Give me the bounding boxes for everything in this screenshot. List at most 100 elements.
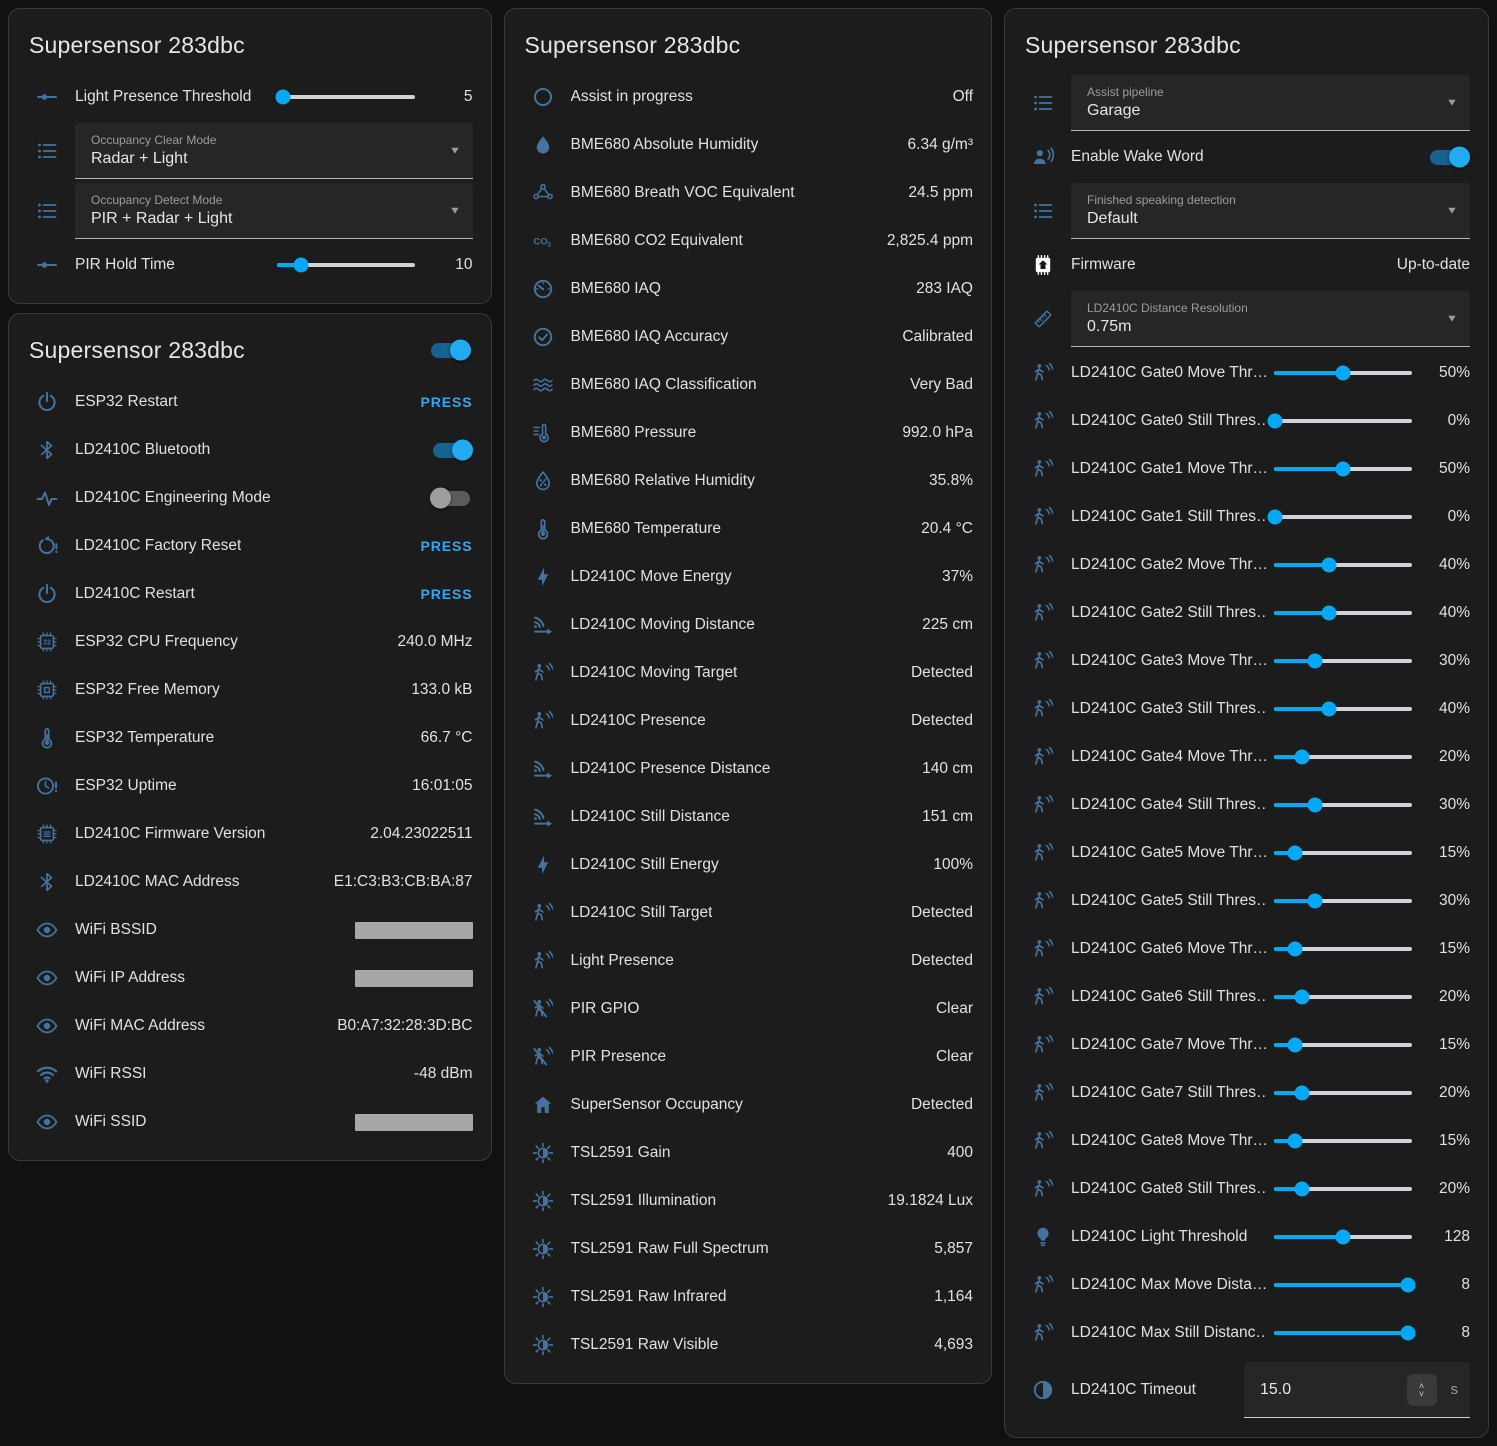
- ld2410c-gate2-move-thr-slider[interactable]: [1274, 551, 1412, 579]
- row-bme680-absolute-humidity[interactable]: BME680 Absolute Humidity6.34 g/m³: [523, 121, 974, 169]
- ld2410c-bluetooth-toggle[interactable]: [433, 443, 470, 458]
- pir-hold-time-slider[interactable]: [277, 251, 415, 279]
- slider-thumb[interactable]: [1308, 894, 1323, 909]
- ld2410c-gate7-move-thr-slider[interactable]: [1274, 1031, 1412, 1059]
- ld2410c-gate4-still-thres-slider[interactable]: [1274, 791, 1412, 819]
- row-ld2410c-presence-distance[interactable]: LD2410C Presence Distance140 cm: [523, 745, 974, 793]
- row-ld2410c-firmware-version[interactable]: LD2410C Firmware Version2.04.23022511: [27, 810, 473, 858]
- ld2410c-gate6-move-thr-slider[interactable]: [1274, 935, 1412, 963]
- ld2410c-gate1-move-thr-slider[interactable]: [1274, 455, 1412, 483]
- row-supersensor-occupancy[interactable]: SuperSensor OccupancyDetected: [523, 1081, 974, 1129]
- slider-thumb[interactable]: [1322, 606, 1337, 621]
- row-tsl2591-raw-visible[interactable]: TSL2591 Raw Visible4,693: [523, 1321, 974, 1369]
- slider-thumb[interactable]: [1294, 990, 1309, 1005]
- row-wifi-rssi[interactable]: WiFi RSSI-48 dBm: [27, 1050, 473, 1098]
- ld2410c-gate8-still-thres-slider[interactable]: [1274, 1175, 1412, 1203]
- light-presence-threshold-slider[interactable]: [277, 83, 415, 111]
- slider-thumb[interactable]: [1287, 846, 1302, 861]
- ld2410c-engineering-mode-toggle[interactable]: [433, 491, 470, 506]
- slider-thumb[interactable]: [1400, 1326, 1415, 1341]
- slider-thumb[interactable]: [1322, 702, 1337, 717]
- ld2410c-timeout-number-input[interactable]: 15.0˄˅s: [1244, 1362, 1470, 1418]
- row-bme680-pressure[interactable]: BME680 Pressure992.0 hPa: [523, 409, 974, 457]
- row-firmware[interactable]: FirmwareUp-to-date: [1023, 241, 1470, 289]
- row-ld2410c-presence[interactable]: LD2410C PresenceDetected: [523, 697, 974, 745]
- slider-thumb[interactable]: [1294, 750, 1309, 765]
- ld2410c-distance-resolution-select[interactable]: LD2410C Distance Resolution0.75m▼: [1071, 291, 1470, 347]
- ld2410c-max-still-distanc-slider[interactable]: [1274, 1319, 1412, 1347]
- row-wifi-bssid[interactable]: WiFi BSSID: [27, 906, 473, 954]
- slider-thumb[interactable]: [1322, 558, 1337, 573]
- row-pir-presence[interactable]: PIR PresenceClear: [523, 1033, 974, 1081]
- row-esp32-temperature[interactable]: ESP32 Temperature66.7 °C: [27, 714, 473, 762]
- row-bme680-iaq-accuracy[interactable]: BME680 IAQ AccuracyCalibrated: [523, 313, 974, 361]
- row-ld2410c-still-target[interactable]: LD2410C Still TargetDetected: [523, 889, 974, 937]
- row-tsl2591-raw-infrared[interactable]: TSL2591 Raw Infrared1,164: [523, 1273, 974, 1321]
- ld2410c-gate6-still-thres-slider[interactable]: [1274, 983, 1412, 1011]
- ld2410c-gate4-move-thr-slider[interactable]: [1274, 743, 1412, 771]
- card-power-toggle[interactable]: [431, 343, 468, 358]
- ld2410c-gate8-move-thr-slider[interactable]: [1274, 1127, 1412, 1155]
- slider-thumb[interactable]: [1294, 1182, 1309, 1197]
- slider-thumb[interactable]: [294, 258, 309, 273]
- slider-thumb[interactable]: [1287, 1038, 1302, 1053]
- ld2410c-max-move-dista-slider[interactable]: [1274, 1271, 1412, 1299]
- row-ld2410c-gate1-move-thr: LD2410C Gate1 Move Thr…50%: [1023, 445, 1470, 493]
- enable-wake-word-toggle[interactable]: [1430, 150, 1467, 165]
- slider-thumb[interactable]: [1287, 1134, 1302, 1149]
- row-tsl2591-raw-full-spectrum[interactable]: TSL2591 Raw Full Spectrum5,857: [523, 1225, 974, 1273]
- row-esp32-uptime[interactable]: ESP32 Uptime16:01:05: [27, 762, 473, 810]
- row-tsl2591-illumination[interactable]: TSL2591 Illumination19.1824 Lux: [523, 1177, 974, 1225]
- slider-thumb[interactable]: [276, 90, 291, 105]
- row-wifi-ip-address[interactable]: WiFi IP Address: [27, 954, 473, 1002]
- assist-pipeline-select[interactable]: Assist pipelineGarage▼: [1071, 75, 1470, 131]
- slider-thumb[interactable]: [1400, 1278, 1415, 1293]
- ld2410c-gate0-still-thres-slider[interactable]: [1274, 407, 1412, 435]
- stepper-arrows-icon[interactable]: ˄˅: [1407, 1374, 1437, 1406]
- row-ld2410c-move-energy[interactable]: LD2410C Move Energy37%: [523, 553, 974, 601]
- slider-thumb[interactable]: [1336, 1230, 1351, 1245]
- row-tsl2591-gain[interactable]: TSL2591 Gain400: [523, 1129, 974, 1177]
- slider-thumb[interactable]: [1287, 942, 1302, 957]
- row-ld2410c-still-energy[interactable]: LD2410C Still Energy100%: [523, 841, 974, 889]
- slider-thumb[interactable]: [1308, 798, 1323, 813]
- esp32-restart-press-button[interactable]: PRESS: [421, 394, 473, 410]
- ld2410c-gate5-move-thr-slider[interactable]: [1274, 839, 1412, 867]
- slider-thumb[interactable]: [1268, 510, 1283, 525]
- ld2410c-gate1-still-thres-slider[interactable]: [1274, 503, 1412, 531]
- row-pir-gpio[interactable]: PIR GPIOClear: [523, 985, 974, 1033]
- slider-thumb[interactable]: [1268, 414, 1283, 429]
- ld2410c-gate2-still-thres-slider[interactable]: [1274, 599, 1412, 627]
- ld2410c-gate0-move-thr-slider[interactable]: [1274, 359, 1412, 387]
- row-ld2410c-mac-address[interactable]: LD2410C MAC AddressE1:C3:B3:CB:BA:87: [27, 858, 473, 906]
- row-bme680-relative-humidity[interactable]: BME680 Relative Humidity35.8%: [523, 457, 974, 505]
- row-wifi-mac-address[interactable]: WiFi MAC AddressB0:A7:32:28:3D:BC: [27, 1002, 473, 1050]
- slider-thumb[interactable]: [1336, 366, 1351, 381]
- row-bme680-iaq[interactable]: BME680 IAQ283 IAQ: [523, 265, 974, 313]
- row-light-presence[interactable]: Light PresenceDetected: [523, 937, 974, 985]
- row-ld2410c-still-distance[interactable]: LD2410C Still Distance151 cm: [523, 793, 974, 841]
- row-bme680-iaq-classification[interactable]: BME680 IAQ ClassificationVery Bad: [523, 361, 974, 409]
- ld2410c-gate5-still-thres-slider[interactable]: [1274, 887, 1412, 915]
- ld2410c-gate3-still-thres-slider[interactable]: [1274, 695, 1412, 723]
- row-bme680-co2-equivalent[interactable]: CO2BME680 CO2 Equivalent2,825.4 ppm: [523, 217, 974, 265]
- row-bme680-temperature[interactable]: BME680 Temperature20.4 °C: [523, 505, 974, 553]
- row-ld2410c-moving-distance[interactable]: LD2410C Moving Distance225 cm: [523, 601, 974, 649]
- slider-thumb[interactable]: [1294, 1086, 1309, 1101]
- occupancy-detect-mode-select[interactable]: Occupancy Detect ModePIR + Radar + Light…: [75, 183, 473, 239]
- ld2410c-gate7-still-thres-slider[interactable]: [1274, 1079, 1412, 1107]
- finished-speaking-detection-select[interactable]: Finished speaking detectionDefault▼: [1071, 183, 1470, 239]
- ld2410c-restart-press-button[interactable]: PRESS: [421, 586, 473, 602]
- ld2410c-gate3-move-thr-slider[interactable]: [1274, 647, 1412, 675]
- row-wifi-ssid[interactable]: WiFi SSID: [27, 1098, 473, 1146]
- ld2410c-light-threshold-slider[interactable]: [1274, 1223, 1412, 1251]
- slider-thumb[interactable]: [1336, 462, 1351, 477]
- ld2410c-factory-reset-press-button[interactable]: PRESS: [421, 538, 473, 554]
- row-esp32-cpu-frequency[interactable]: 32ESP32 CPU Frequency240.0 MHz: [27, 618, 473, 666]
- slider-thumb[interactable]: [1308, 654, 1323, 669]
- row-esp32-free-memory[interactable]: ESP32 Free Memory133.0 kB: [27, 666, 473, 714]
- row-ld2410c-moving-target[interactable]: LD2410C Moving TargetDetected: [523, 649, 974, 697]
- row-assist-in-progress[interactable]: Assist in progressOff: [523, 73, 974, 121]
- occupancy-clear-mode-select[interactable]: Occupancy Clear ModeRadar + Light▼: [75, 123, 473, 179]
- row-bme680-breath-voc-equivalent[interactable]: BME680 Breath VOC Equivalent24.5 ppm: [523, 169, 974, 217]
